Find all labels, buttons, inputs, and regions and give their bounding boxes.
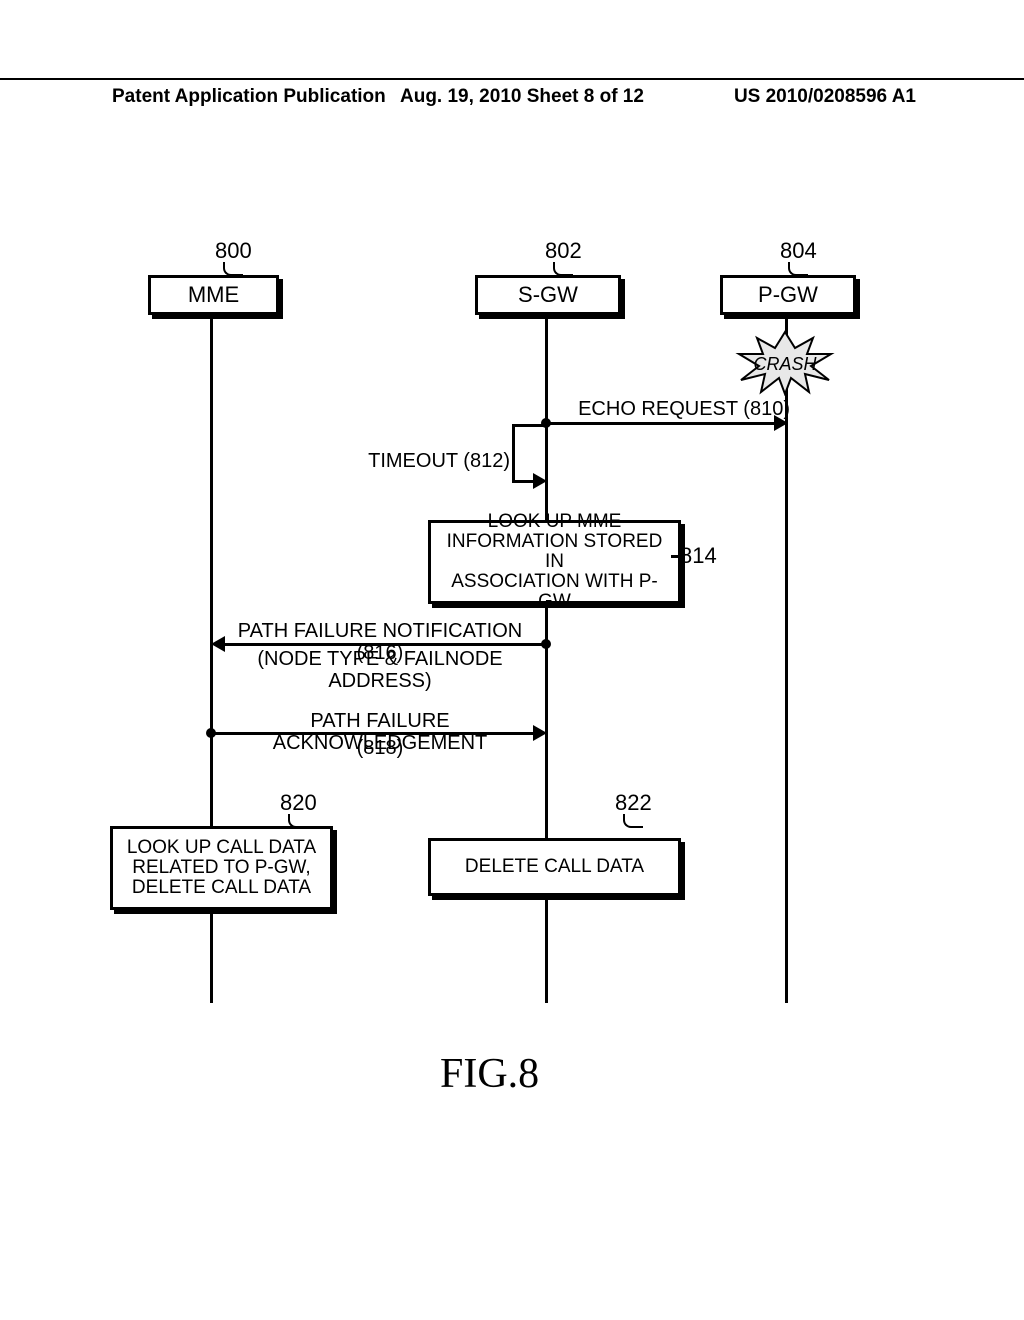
node-mme: MME xyxy=(148,275,279,315)
crash-burst: CRASH xyxy=(735,330,835,396)
ref-802: 802 xyxy=(545,238,582,264)
ref-814: 814 xyxy=(680,543,717,569)
timeout-seg-top xyxy=(512,424,548,427)
ref-804: 804 xyxy=(780,238,817,264)
pfa-arrowhead xyxy=(533,725,547,741)
lifeline-sgw xyxy=(545,313,548,1003)
page: Patent Application Publication Aug. 19, … xyxy=(0,0,1024,1320)
ref-800: 800 xyxy=(215,238,252,264)
ref-814-tick xyxy=(671,555,679,558)
timeout-seg-vert xyxy=(512,424,515,480)
msg-echo-line xyxy=(549,422,777,425)
ref-820: 820 xyxy=(280,790,317,816)
pfn-arrowhead xyxy=(211,636,225,652)
msg-pfa-line2: (818) xyxy=(220,737,540,759)
pfa-line xyxy=(214,732,535,735)
ref-804-leader xyxy=(788,262,808,276)
msg-echo-arrowhead xyxy=(774,415,788,431)
publication-number: US 2010/0208596 A1 xyxy=(734,86,916,108)
node-sgw: S-GW xyxy=(475,275,621,315)
crash-label: CRASH xyxy=(735,354,835,375)
proc-lookup-mme: LOOK UP MME INFORMATION STORED IN ASSOCI… xyxy=(428,520,681,604)
msg-pfn-line2: (NODE TYPE & FAILNODE ADDRESS) xyxy=(215,648,545,692)
ref-800-leader xyxy=(223,262,243,276)
node-pgw: P-GW xyxy=(720,275,856,315)
timeout-arrowhead xyxy=(533,473,547,489)
publication-type: Patent Application Publication xyxy=(112,86,386,108)
page-header: Patent Application Publication Aug. 19, … xyxy=(0,78,1024,86)
ref-822: 822 xyxy=(615,790,652,816)
msg-timeout: TIMEOUT (812) xyxy=(360,450,510,472)
figure-label: FIG.8 xyxy=(440,1050,539,1098)
ref-802-leader xyxy=(553,262,573,276)
msg-echo-request: ECHO REQUEST (810) xyxy=(560,398,790,420)
proc-mme-delete: LOOK UP CALL DATA RELATED TO P-GW, DELET… xyxy=(110,826,333,910)
date-sheet: Aug. 19, 2010 Sheet 8 of 12 xyxy=(400,86,644,108)
pfn-line xyxy=(224,643,545,646)
proc-sgw-delete: DELETE CALL DATA xyxy=(428,838,681,896)
ref-822-leader xyxy=(623,814,643,828)
